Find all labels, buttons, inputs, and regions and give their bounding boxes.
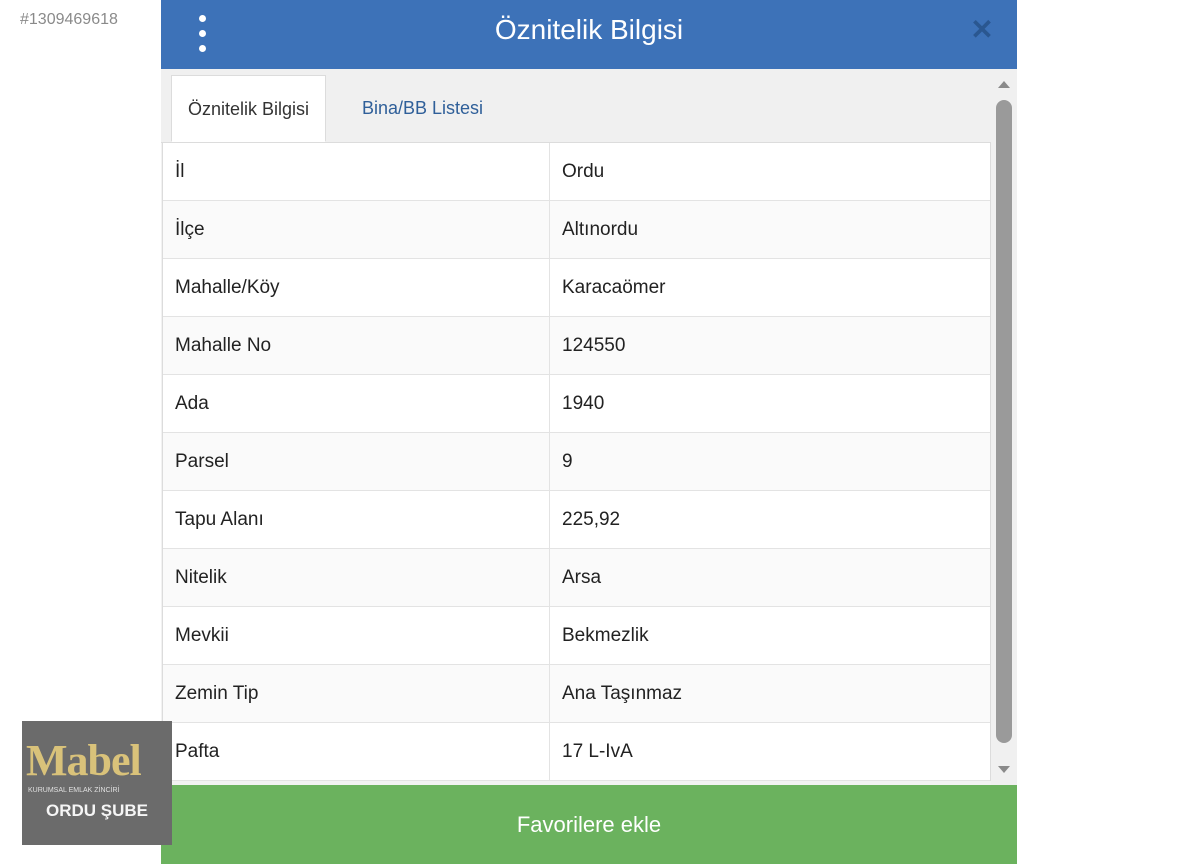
attribute-value: Ana Taşınmaz — [562, 683, 683, 704]
attribute-label: Mahalle/Köy — [163, 259, 550, 316]
attribute-label: İlçe — [163, 201, 550, 258]
table-row: Mahalle/Köy Karacaömer — [163, 259, 990, 317]
close-icon[interactable]: ✕ — [967, 15, 997, 45]
attribute-value: Bekmezlik — [562, 625, 649, 646]
attribute-value: 9 — [562, 451, 573, 472]
logo-brand: Mabel — [26, 736, 142, 785]
table-row: Tapu Alanı 225,92 — [163, 491, 990, 549]
attribute-label: Tapu Alanı — [163, 491, 550, 548]
attribute-label: Zemin Tip — [163, 665, 550, 722]
attribute-label: Nitelik — [163, 549, 550, 606]
watermark-logo: Mabel KURUMSAL EMLAK ZİNCİRİ ORDU ŞUBE — [22, 721, 172, 845]
attribute-label: Parsel — [163, 433, 550, 490]
attribute-label: Pafta — [163, 723, 550, 780]
tab-building-list[interactable]: Bina/BB Listesi — [346, 75, 499, 142]
table-row: Pafta 17 L-IvA — [163, 723, 990, 781]
scroll-thumb[interactable] — [996, 100, 1012, 743]
dialog-header: Öznitelik Bilgisi ✕ — [161, 0, 1017, 69]
add-favorites-button[interactable]: Favorilere ekle — [161, 785, 1017, 864]
attribute-value: 225,92 — [562, 509, 621, 530]
tab-attribute-info[interactable]: Öznitelik Bilgisi — [171, 75, 327, 142]
vertical-scrollbar[interactable] — [991, 69, 1017, 785]
logo-tagline: KURUMSAL EMLAK ZİNCİRİ — [28, 787, 120, 794]
listing-id: #1309469618 — [20, 11, 118, 28]
table-row: Parsel 9 — [163, 433, 990, 491]
attribute-label: Mahalle No — [163, 317, 550, 374]
attribute-value: Altınordu — [562, 219, 639, 240]
attribute-value: Karacaömer — [562, 277, 666, 298]
table-row: İlçe Altınordu — [163, 201, 990, 259]
attribute-dialog: Öznitelik Bilgisi ✕ Öznitelik Bilgisi Bi… — [161, 0, 1017, 864]
attribute-label: İl — [163, 143, 550, 200]
attribute-value: Ordu — [562, 161, 605, 182]
attribute-value: 124550 — [562, 335, 626, 356]
table-row: Mevkii Bekmezlik — [163, 607, 990, 665]
table-row: Zemin Tip Ana Taşınmaz — [163, 665, 990, 723]
attribute-label: Ada — [163, 375, 550, 432]
table-row: Ada 1940 — [163, 375, 990, 433]
scroll-up-icon[interactable] — [998, 81, 1010, 88]
dialog-title: Öznitelik Bilgisi — [494, 14, 684, 45]
table-row: İl Ordu — [163, 143, 990, 201]
table-row: Nitelik Arsa — [163, 549, 990, 607]
attribute-label: Mevkii — [163, 607, 550, 664]
table-row: Mahalle No 124550 — [163, 317, 990, 375]
tab-bar: Öznitelik Bilgisi Bina/BB Listesi — [161, 69, 991, 143]
scroll-down-icon[interactable] — [998, 766, 1010, 773]
attribute-value: 17 L-IvA — [562, 741, 633, 762]
attribute-value: Arsa — [562, 567, 602, 588]
attribute-value: 1940 — [562, 393, 605, 414]
attribute-table: İl Ordu İlçe Altınordu Mahalle/Köy Karac… — [162, 143, 991, 781]
logo-branch: ORDU ŞUBE — [45, 801, 148, 820]
